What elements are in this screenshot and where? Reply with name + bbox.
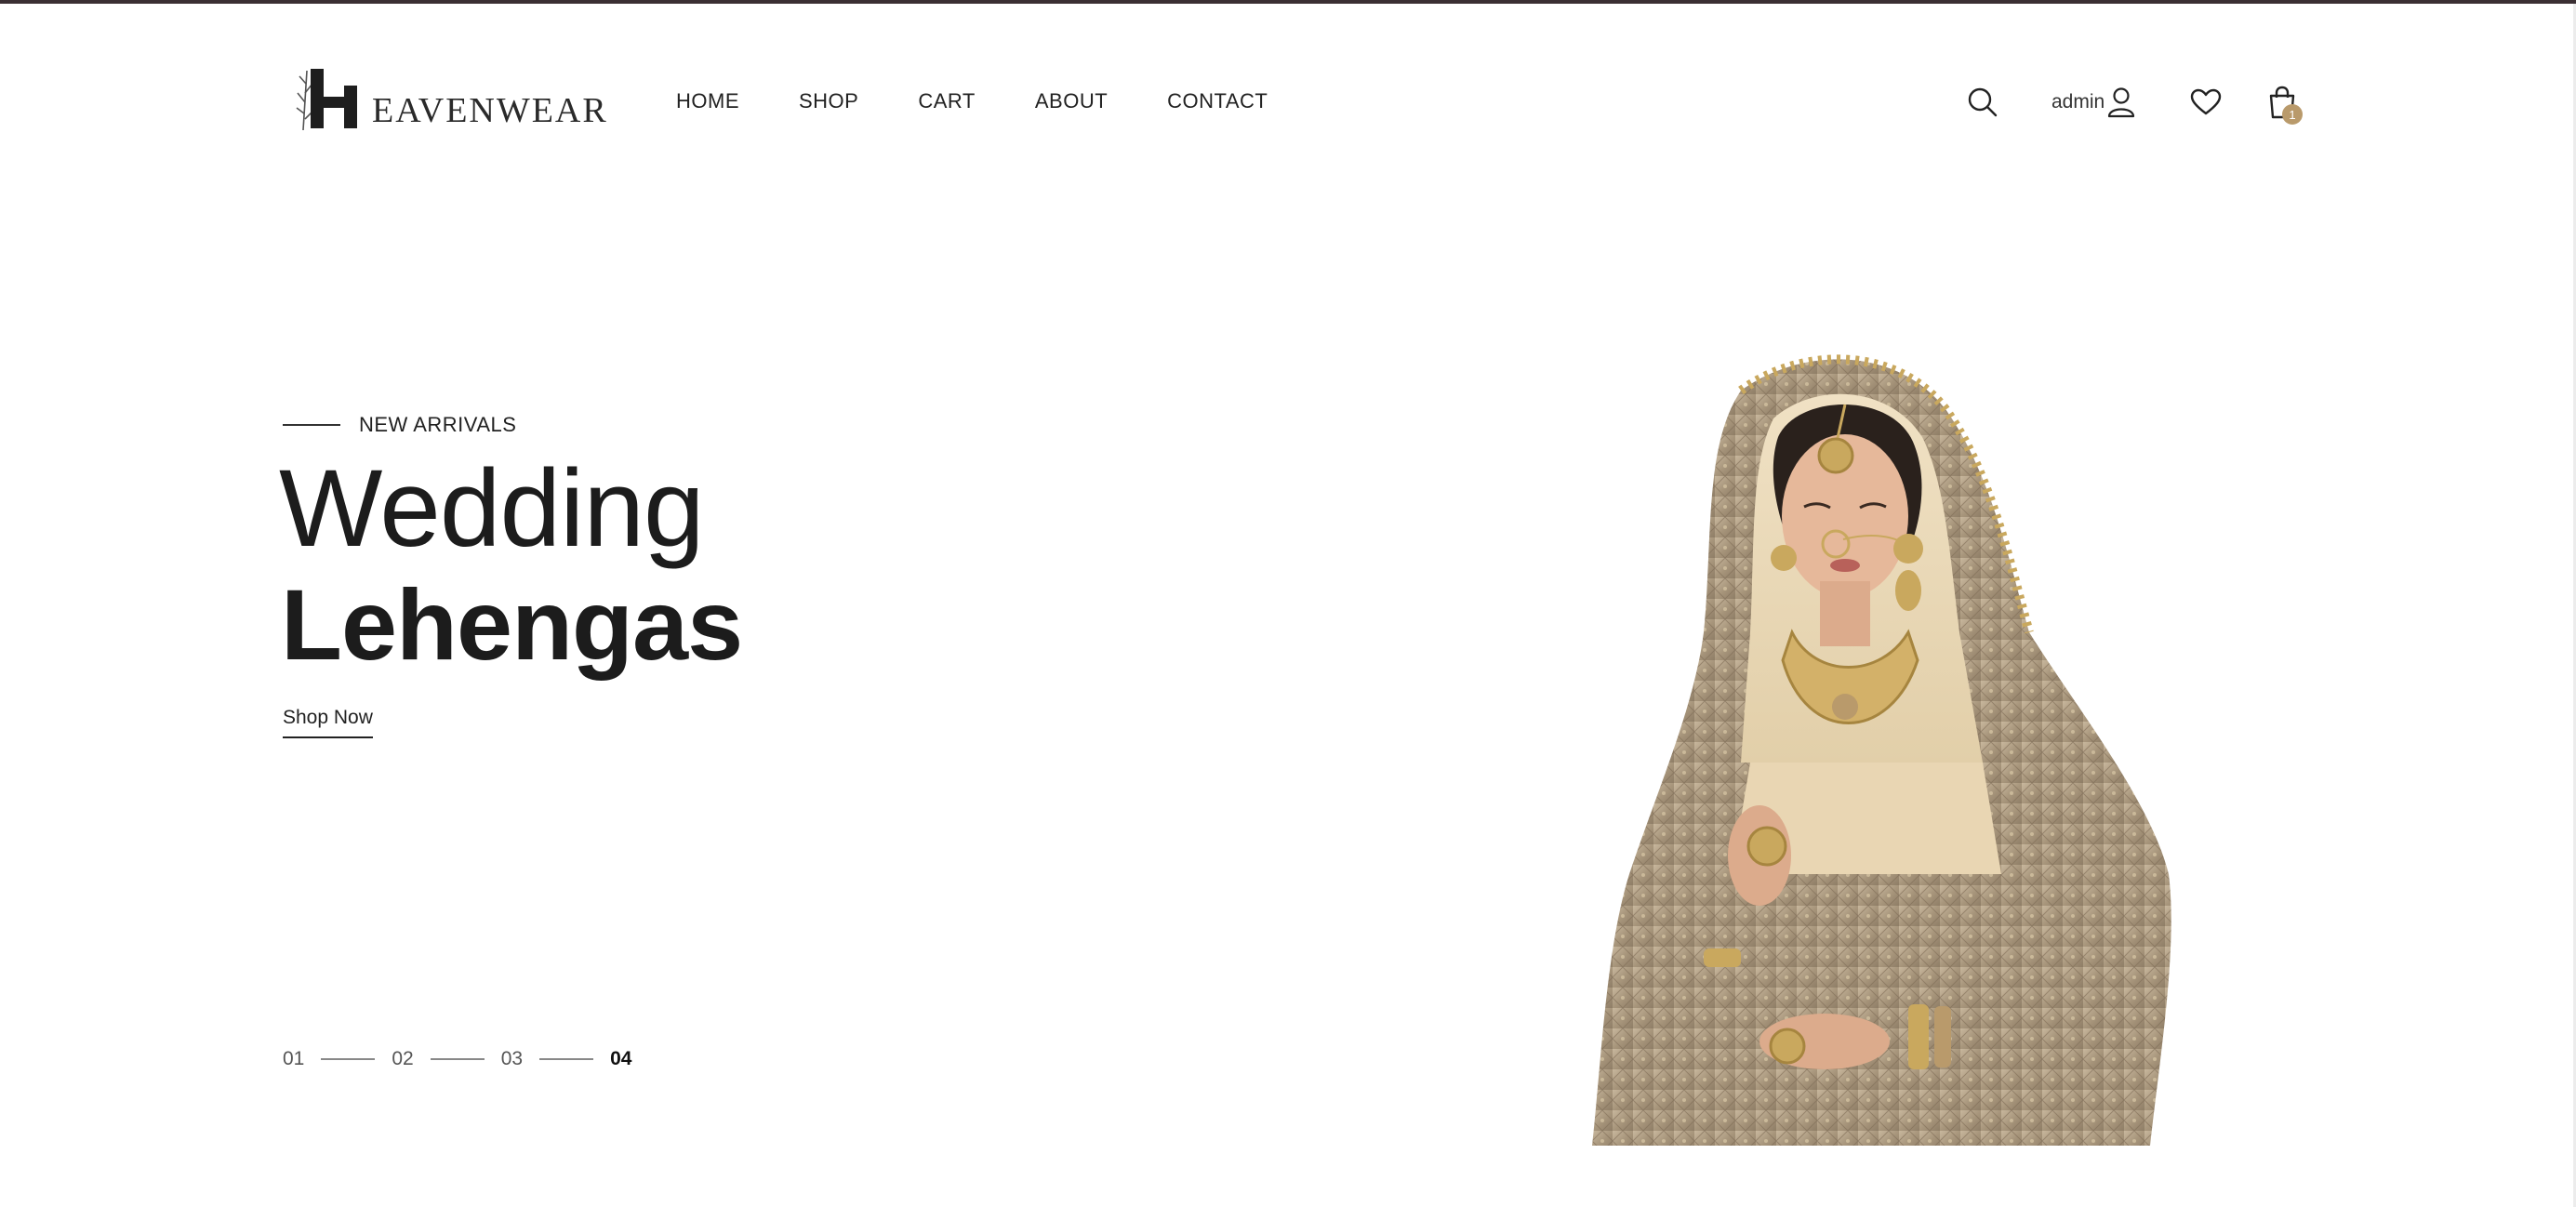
slide-pager: 01 02 03 04 (283, 1048, 631, 1070)
pager-divider (321, 1058, 376, 1060)
slide-dot-4[interactable]: 04 (610, 1048, 631, 1070)
next-section-edge (251, 1198, 2325, 1200)
heart-icon (2190, 88, 2222, 115)
nav-cart[interactable]: CART (918, 89, 976, 113)
search-button[interactable] (1964, 84, 2001, 121)
hero-title-line2: Lehengas (281, 568, 743, 681)
slide-dot-2[interactable]: 02 (392, 1048, 413, 1070)
account-username: admin (2052, 91, 2105, 113)
shop-now-link[interactable]: Shop Now (283, 707, 373, 738)
logo-mark-icon: H (294, 65, 370, 132)
hero-model-image (1592, 353, 2182, 1146)
user-icon (2108, 87, 2135, 118)
slide-dot-1[interactable]: 01 (283, 1048, 304, 1070)
eyebrow-label: NEW ARRIVALS (359, 413, 517, 436)
slide-dot-3[interactable]: 03 (501, 1048, 523, 1070)
nav-contact[interactable]: CONTACT (1167, 89, 1268, 113)
hero-eyebrow: NEW ARRIVALS (283, 413, 516, 437)
account-button[interactable]: admin (2052, 84, 2136, 121)
nav-shop[interactable]: SHOP (799, 89, 858, 113)
hero-title-line1: Wedding (279, 447, 705, 570)
search-icon (1968, 87, 1998, 117)
eyebrow-divider (283, 424, 340, 426)
wishlist-button[interactable] (2187, 84, 2224, 121)
brand-logo[interactable]: H EAVENWEAR (294, 65, 608, 132)
nav-home[interactable]: HOME (676, 89, 739, 113)
pager-divider (430, 1058, 485, 1060)
top-accent-bar (0, 0, 2576, 4)
nav-about[interactable]: ABOUT (1035, 89, 1108, 113)
pager-divider (539, 1058, 594, 1060)
logo-wordmark: EAVENWEAR (372, 91, 608, 130)
cart-count-badge: 1 (2282, 104, 2303, 125)
main-nav: HOME SHOP CART ABOUT CONTACT (676, 89, 1268, 113)
